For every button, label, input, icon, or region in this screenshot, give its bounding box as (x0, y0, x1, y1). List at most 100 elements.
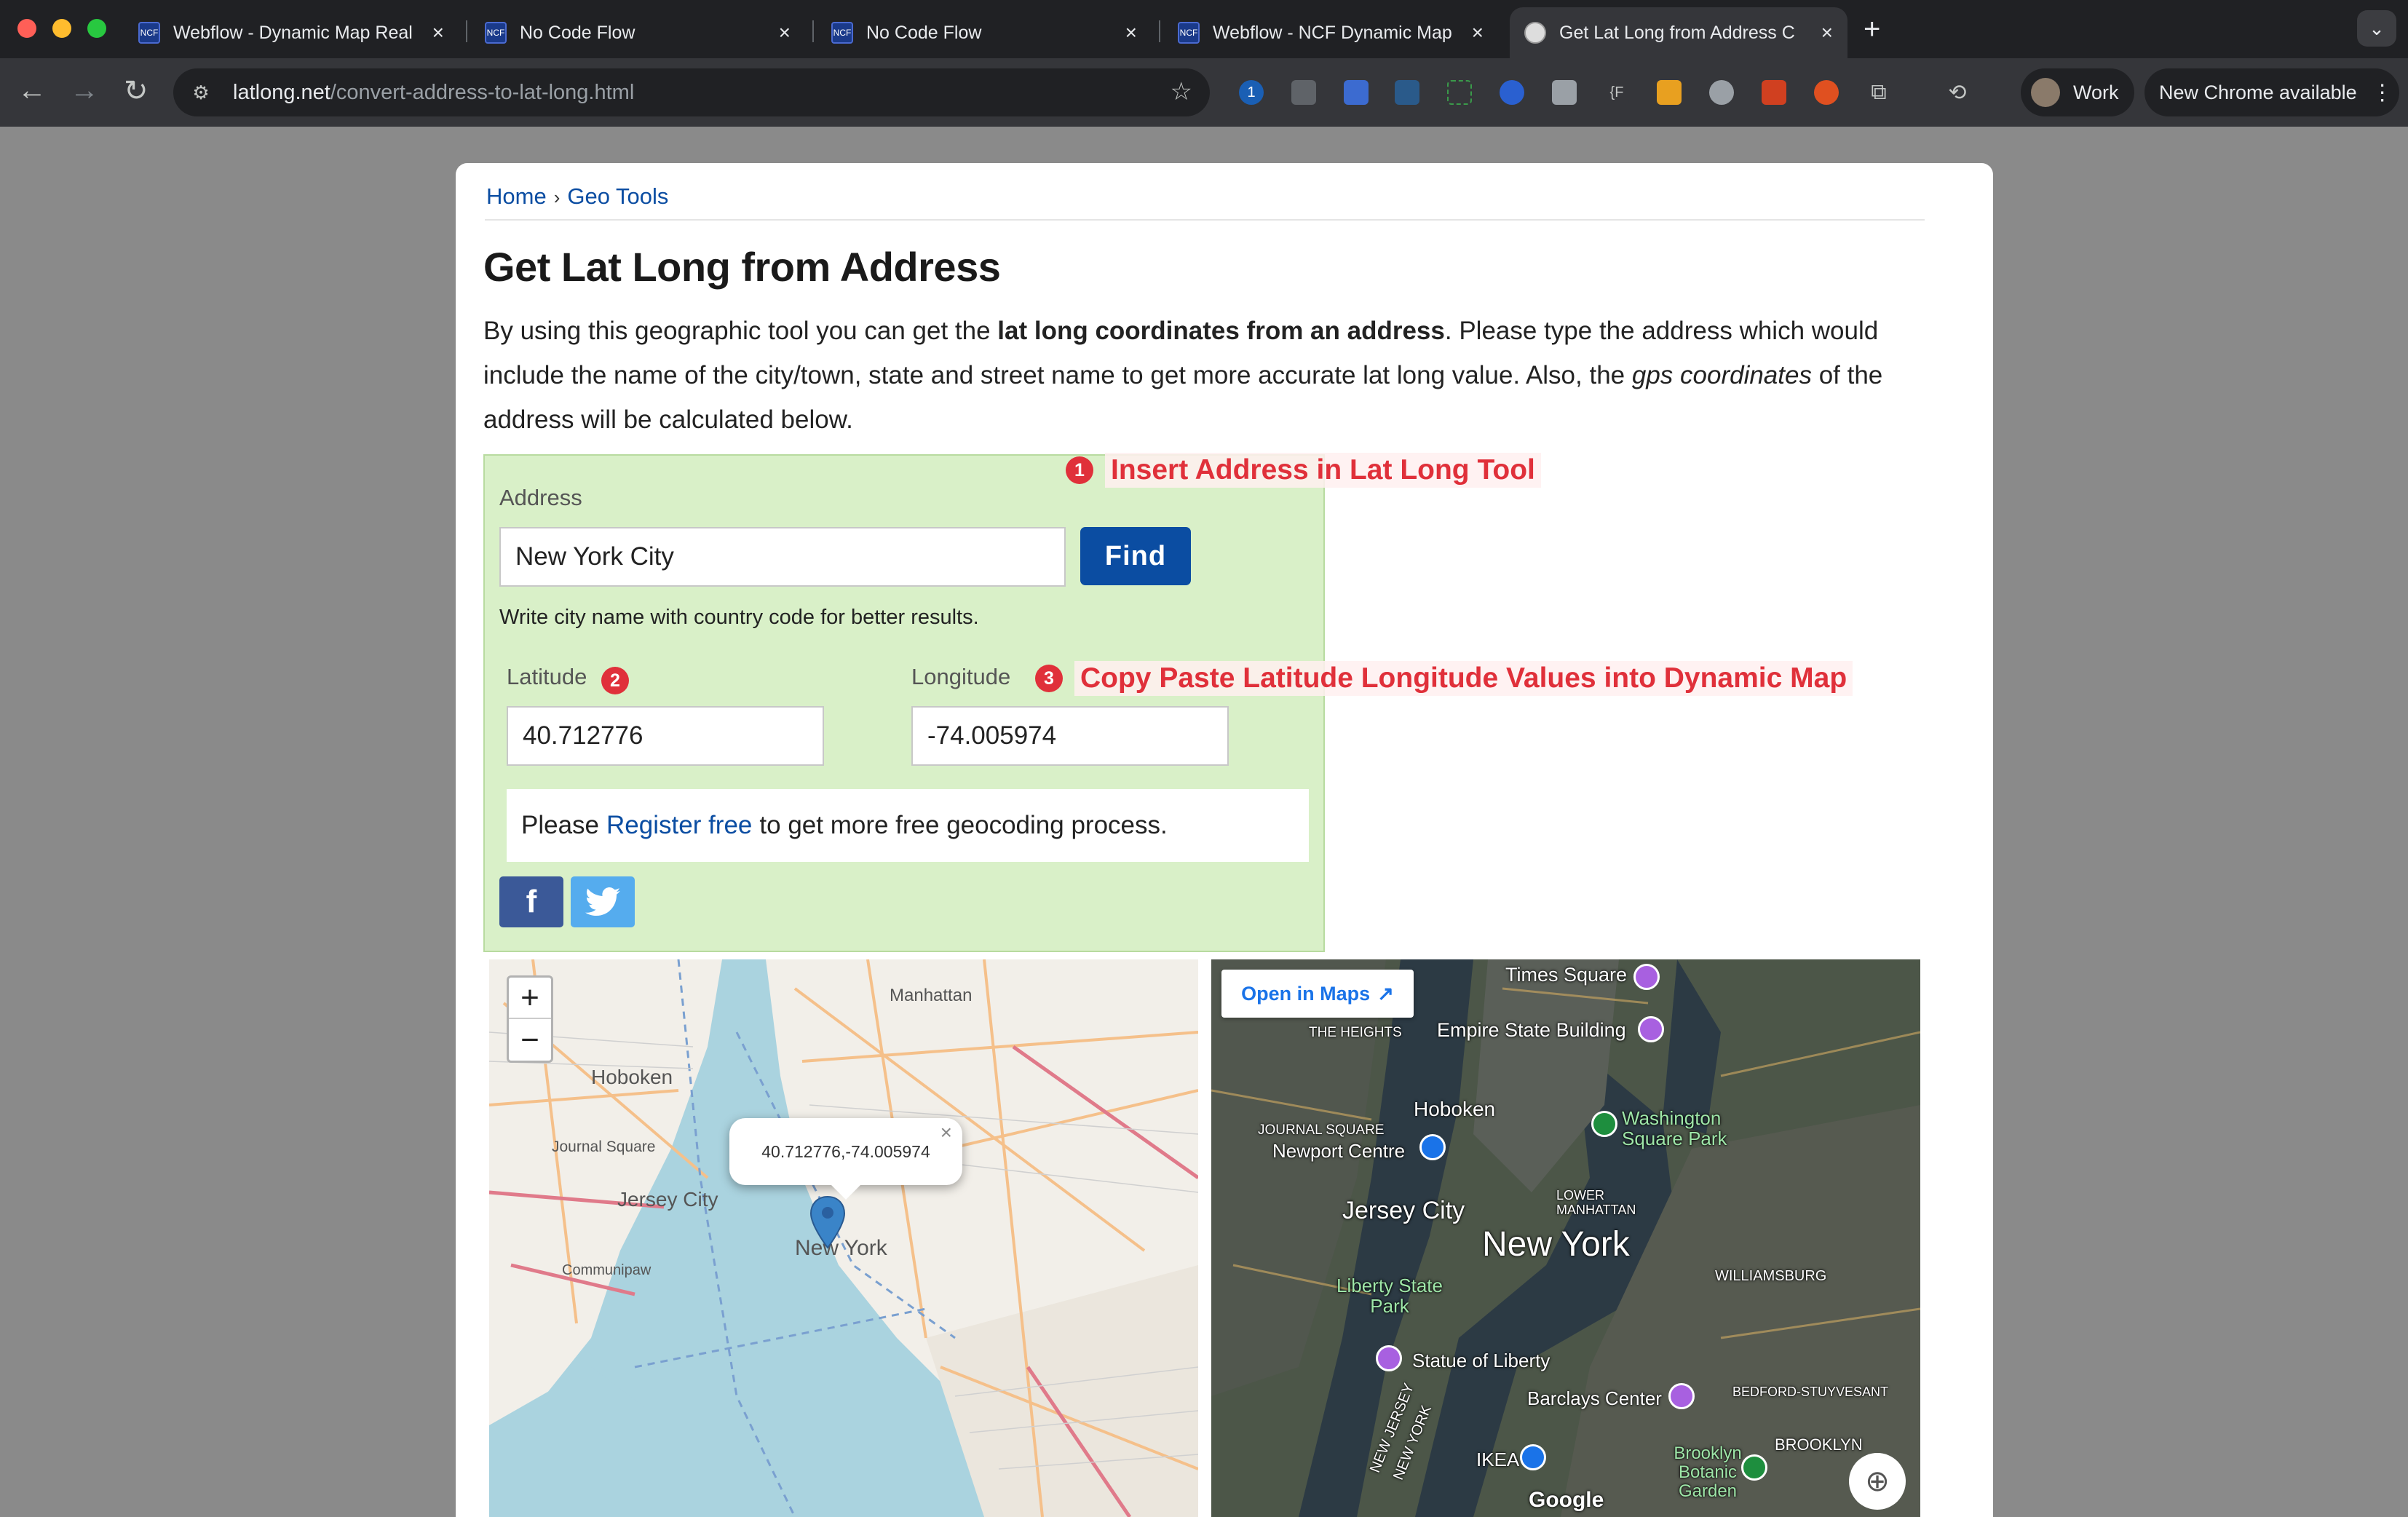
dashed-extension-icon[interactable] (1447, 80, 1472, 105)
cube-extension-icon[interactable] (1657, 80, 1682, 105)
page-title: Get Lat Long from Address (483, 244, 1001, 290)
bookmark-extension-icon[interactable] (1344, 80, 1369, 105)
open-in-maps-button[interactable]: Open in Maps ↗ (1221, 970, 1414, 1018)
google-logo: Google (1529, 1488, 1604, 1512)
twitter-icon (585, 887, 620, 916)
longitude-field[interactable]: -74.005974 (911, 706, 1229, 766)
close-tab-icon[interactable]: × (1125, 21, 1137, 44)
external-link-icon: ↗ (1377, 982, 1394, 1005)
history-icon[interactable]: ⟲ (1945, 80, 1970, 105)
url-path: /convert-address-to-lat-long.html (330, 80, 635, 104)
update-chrome-button[interactable]: New Chrome available ⋮ (2144, 68, 2399, 116)
map-label: Barclays Center (1527, 1387, 1662, 1409)
tab-bar: NCF Webflow - Dynamic Map Real × NCF No … (0, 0, 2408, 58)
map-label: Hoboken (591, 1066, 673, 1088)
code-extension-icon[interactable]: {F (1604, 80, 1629, 105)
browser-toolbar: ← → ↻ ⚙ latlong.net/convert-address-to-l… (0, 58, 2408, 127)
shopping-pin-icon[interactable] (1520, 1444, 1546, 1470)
grid-extension-icon[interactable] (1395, 80, 1419, 105)
map-marker-icon[interactable] (809, 1195, 846, 1249)
close-window-button[interactable] (17, 19, 36, 38)
zoom-in-button[interactable]: + (509, 978, 551, 1019)
map-label: Communipaw (562, 1262, 651, 1278)
map-label: IKEA (1476, 1449, 1520, 1470)
close-popup-icon[interactable]: × (940, 1121, 952, 1144)
page-content: Home › Geo Tools Get Lat Long from Address… (456, 163, 1993, 1517)
tab-no-code-flow-2[interactable]: NCF No Code Flow × (817, 7, 1152, 58)
camera-extension-icon[interactable] (1291, 80, 1316, 105)
tab-webflow-dynamic-map[interactable]: NCF Webflow - Dynamic Map Real × (124, 7, 459, 58)
park-pin-icon[interactable] (1591, 1111, 1617, 1137)
find-button[interactable]: Find (1080, 527, 1191, 585)
close-tab-icon[interactable]: × (1472, 21, 1484, 44)
breadcrumb-geo-tools-link[interactable]: Geo Tools (567, 183, 668, 209)
map-label: Journal Square (552, 1138, 656, 1155)
shopping-pin-icon[interactable] (1419, 1134, 1446, 1160)
latlong-favicon-icon (1524, 22, 1546, 44)
ncf-favicon-icon: NCF (485, 22, 507, 44)
zoom-out-button[interactable]: − (509, 1019, 551, 1061)
map-label: Statue of Liberty (1412, 1350, 1550, 1371)
latitude-field[interactable]: 40.712776 (507, 706, 824, 766)
google-satellite-map[interactable]: Open in Maps ↗ Times Square Empire State… (1211, 959, 1920, 1517)
s-extension-icon[interactable] (1709, 80, 1734, 105)
bookmark-star-icon[interactable]: ☆ (1171, 77, 1192, 106)
profile-button[interactable]: Work (2021, 68, 2134, 116)
figure-extension-icon[interactable] (1762, 80, 1786, 105)
address-bar[interactable]: ⚙ latlong.net/convert-address-to-lat-lon… (173, 68, 1210, 116)
webflow-favicon-icon: NCF (138, 22, 160, 44)
locate-button[interactable]: ⊕ (1849, 1453, 1906, 1510)
tab-no-code-flow-1[interactable]: NCF No Code Flow × (470, 7, 805, 58)
maximize-window-button[interactable] (87, 19, 106, 38)
webflow-favicon-icon: NCF (1178, 22, 1200, 44)
forward-button[interactable]: → (70, 74, 99, 107)
annotation-2: 2 (601, 667, 629, 694)
address-label: Address (499, 485, 582, 510)
map-label: Washington Square Park (1622, 1107, 1727, 1149)
close-tab-icon[interactable]: × (432, 21, 444, 44)
kebab-menu-icon[interactable]: ⋮ (2372, 80, 2393, 106)
facebook-share-button[interactable]: f (499, 876, 563, 927)
attraction-pin-icon[interactable] (1668, 1383, 1695, 1409)
close-tab-icon[interactable]: × (779, 21, 791, 44)
map-label: JOURNAL SQUARE (1258, 1122, 1385, 1138)
map-label: BROOKLYN (1775, 1435, 1863, 1454)
map-label: THE HEIGHTS (1309, 1025, 1402, 1040)
address-input[interactable]: New York City (499, 527, 1066, 587)
url-host: latlong.net (233, 80, 330, 104)
1password-extension-icon[interactable]: 1 (1239, 80, 1264, 105)
gear-extension-icon[interactable] (1500, 80, 1524, 105)
attraction-pin-icon[interactable] (1633, 964, 1660, 990)
tab-get-lat-long[interactable]: Get Lat Long from Address C × (1510, 7, 1847, 58)
twitter-share-button[interactable] (571, 876, 635, 927)
puzzle-extension-icon[interactable] (1552, 80, 1577, 105)
longitude-label: Longitude (911, 664, 1011, 689)
attraction-pin-icon[interactable] (1376, 1345, 1402, 1371)
asterisk-extension-icon[interactable] (1814, 80, 1839, 105)
map-label: Brooklyn Botanic Garden (1674, 1443, 1742, 1501)
map-label: Jersey City (1342, 1197, 1465, 1224)
latitude-label: Latitude (507, 664, 587, 689)
attraction-pin-icon[interactable] (1638, 1016, 1664, 1042)
tab-search-button[interactable]: ⌄ (2357, 10, 2396, 47)
minimize-window-button[interactable] (52, 19, 71, 38)
map-label: LOWER MANHATTAN (1556, 1188, 1636, 1217)
zoom-control: + − (507, 975, 553, 1063)
new-tab-button[interactable]: + (1864, 13, 1880, 46)
tab-webflow-ncf-dynamic-map[interactable]: NCF Webflow - NCF Dynamic Map × (1163, 7, 1498, 58)
park-pin-icon[interactable] (1741, 1454, 1767, 1481)
back-button[interactable]: ← (17, 74, 47, 107)
site-info-icon[interactable]: ⚙ (186, 78, 215, 107)
map-label: WILLIAMSBURG (1715, 1268, 1827, 1284)
map-label: Newport Centre (1272, 1140, 1406, 1162)
close-tab-icon[interactable]: × (1821, 21, 1833, 44)
divider (485, 219, 1925, 221)
extensions-puzzle-icon[interactable]: ⧉ (1866, 80, 1891, 105)
breadcrumb-home-link[interactable]: Home (486, 183, 547, 209)
map-label: Jersey City (617, 1188, 718, 1211)
reload-button[interactable]: ↻ (124, 74, 148, 108)
map-label: BEDFORD-STUYVESANT (1732, 1385, 1889, 1399)
osm-map[interactable]: + − Manhattan Hoboken Journal Square Jer… (489, 959, 1198, 1517)
register-notice: Please Register free to get more free ge… (507, 789, 1309, 862)
register-free-link[interactable]: Register free (606, 811, 752, 840)
